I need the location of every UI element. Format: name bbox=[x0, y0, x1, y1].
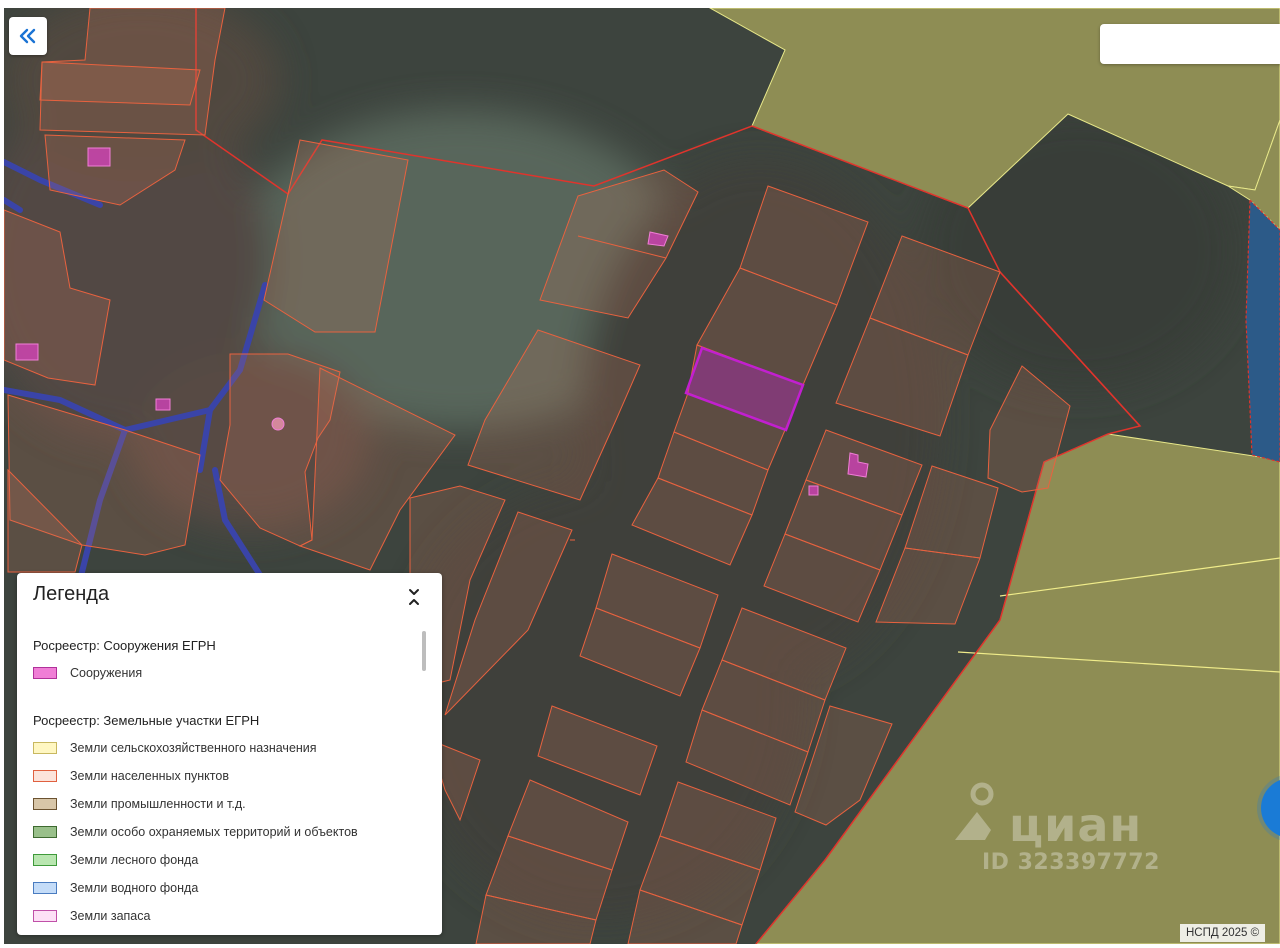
cian-watermark: циан ID 323397772 bbox=[949, 778, 1179, 878]
legend-item-label: Сооружения bbox=[70, 666, 143, 680]
legend-item-label: Земли сельскохозяйственного назначения bbox=[70, 741, 317, 755]
collapse-panel-button[interactable] bbox=[9, 17, 47, 55]
legend-swatch bbox=[33, 826, 57, 838]
legend-item-label: Земли промышленности и т.д. bbox=[70, 797, 246, 811]
legend-swatch bbox=[33, 798, 57, 810]
legend-panel: Легенда Росреестр: Сооружения ЕГРН Соору… bbox=[17, 573, 442, 935]
legend-item-label: Земли населенных пунктов bbox=[70, 769, 229, 783]
legend-item: Земли водного фонда bbox=[33, 879, 198, 897]
watermark-id: ID 323397772 bbox=[982, 850, 1160, 875]
legend-item: Земли особо охраняемых территорий и объе… bbox=[33, 823, 358, 841]
chevron-up-down-icon bbox=[409, 589, 419, 605]
legend-item: Земли сельскохозяйственного назначения bbox=[33, 739, 317, 757]
legend-swatch bbox=[33, 667, 57, 679]
legend-item: Сооружения bbox=[33, 664, 142, 682]
search-input[interactable] bbox=[1100, 24, 1280, 64]
legend-swatch bbox=[33, 770, 57, 782]
legend-item-label: Земли водного фонда bbox=[70, 881, 199, 895]
watermark-brand: циан bbox=[1009, 798, 1143, 852]
legend-scrollbar[interactable] bbox=[422, 631, 426, 671]
legend-swatch bbox=[33, 910, 57, 922]
location-pin-icon bbox=[955, 782, 994, 840]
legend-group-title: Росреестр: Сооружения ЕГРН bbox=[33, 638, 216, 653]
legend-item: Земли лесного фонда bbox=[33, 851, 198, 869]
map-attribution: НСПД 2025 © bbox=[1180, 924, 1266, 942]
top-bar bbox=[0, 0, 1280, 8]
legend-item-label: Земли особо охраняемых территорий и объе… bbox=[70, 825, 358, 839]
legend-item: Земли запаса bbox=[33, 907, 150, 925]
legend-swatch bbox=[33, 854, 57, 866]
legend-group-title: Росреестр: Земельные участки ЕГРН bbox=[33, 713, 260, 728]
water-area bbox=[1245, 198, 1280, 463]
legend-swatch bbox=[33, 742, 57, 754]
legend-item-label: Земли лесного фонда bbox=[70, 853, 199, 867]
legend-item: Земли промышленности и т.д. bbox=[33, 795, 246, 813]
legend-item-label: Земли запаса bbox=[70, 909, 151, 923]
legend-item: Земли населенных пунктов bbox=[33, 767, 229, 785]
legend-swatch bbox=[33, 882, 57, 894]
legend-title: Легенда bbox=[33, 583, 110, 605]
double-chevron-left-icon bbox=[19, 28, 36, 44]
legend-collapse-button[interactable] bbox=[403, 585, 425, 609]
